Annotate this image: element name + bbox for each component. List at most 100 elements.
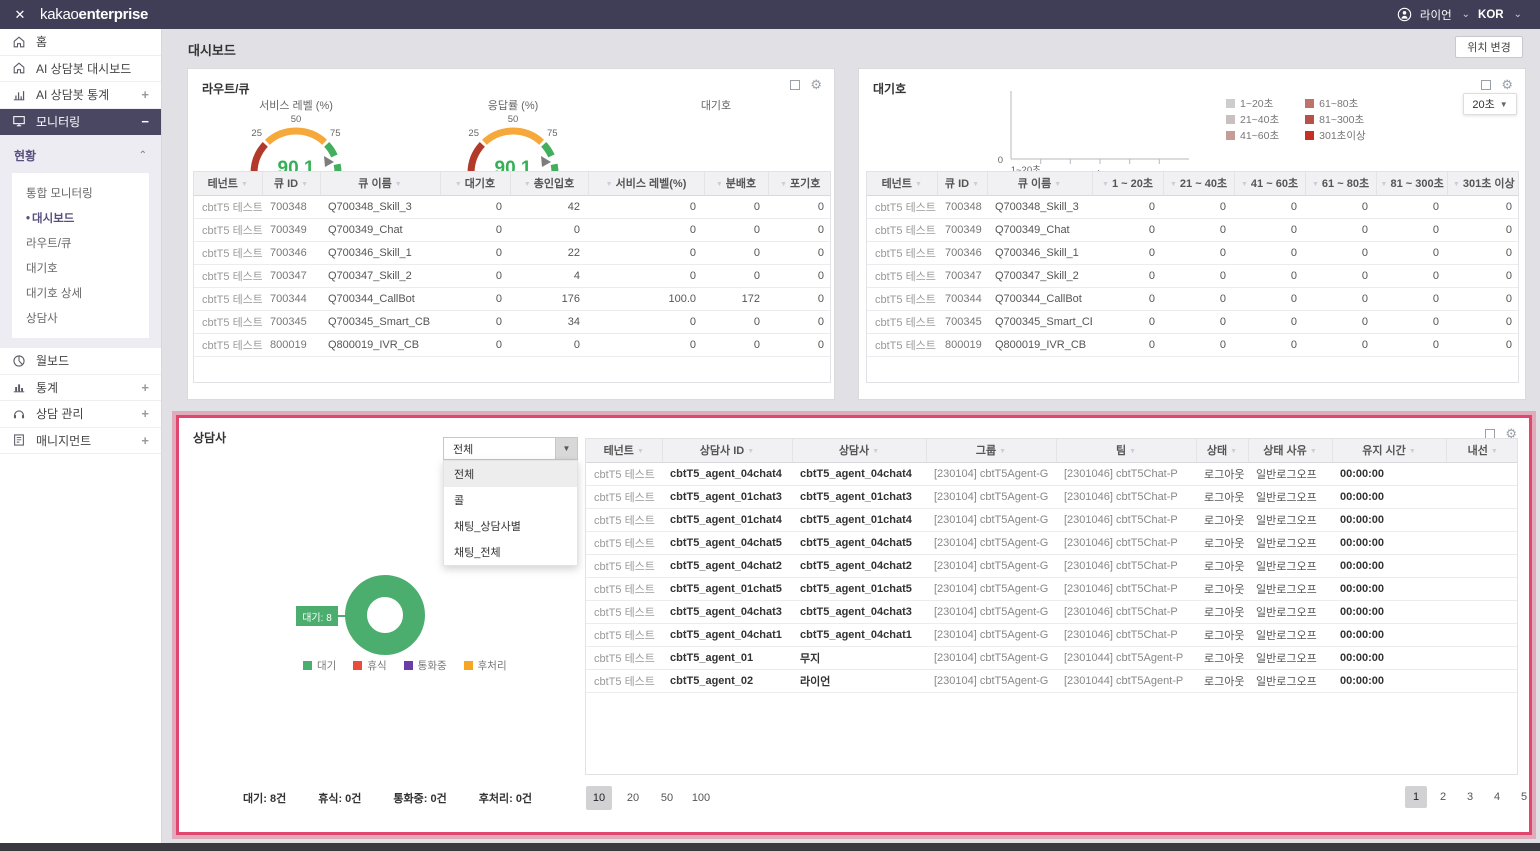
column-header[interactable]: 상태 ▼ <box>1196 439 1249 463</box>
chevron-down-icon[interactable]: ⌄ <box>1462 9 1470 20</box>
sidebar-item[interactable]: 홈 <box>0 29 161 56</box>
table-row[interactable]: cbtT5 테스트 cbtT5_agent_04chat3 cbtT5_agent_… <box>586 600 1517 624</box>
dropdown-option[interactable]: 채팅_상담사별 <box>444 513 577 539</box>
column-header[interactable]: 큐 이름 ▼ <box>987 172 1093 196</box>
table-row[interactable]: cbtT5 테스트 700346 Q700346_Skill_1 0 0 0 0 0 0 <box>867 241 1518 265</box>
table-row[interactable]: cbtT5 테스트 cbtT5_agent_04chat2 cbtT5_agent_… <box>586 554 1517 578</box>
expand-icon[interactable]: + <box>141 87 149 102</box>
sidebar-item[interactable]: 모니터링 − <box>0 108 161 135</box>
column-header[interactable]: ▼ 총인입호 <box>510 172 589 196</box>
chevron-down-icon[interactable]: ▼ <box>555 438 577 459</box>
table-row[interactable]: cbtT5 테스트 800019 Q800019_IVR_CB 0 0 0 0 0 <box>194 333 830 357</box>
page-button[interactable]: 5 <box>1513 786 1535 808</box>
column-header[interactable]: ▼ 61 ~ 80초 <box>1305 172 1377 196</box>
column-header[interactable]: 상태 사유 ▼ <box>1248 439 1333 463</box>
sidebar-subitem[interactable]: 통합 모니터링 <box>12 180 149 205</box>
page-size-button[interactable]: 10 <box>586 786 612 810</box>
settings-icon[interactable]: ⚙ <box>810 78 822 91</box>
table-row[interactable]: cbtT5 테스트 cbtT5_agent_04chat1 cbtT5_agent_… <box>586 623 1517 647</box>
column-header[interactable]: ▼ 포기호 <box>768 172 830 196</box>
expand-icon[interactable]: + <box>141 406 149 421</box>
column-header[interactable]: 유지 시간 ▼ <box>1332 439 1447 463</box>
table-row[interactable]: cbtT5 테스트 700349 Q700349_Chat 0 0 0 0 0 0 <box>867 218 1518 242</box>
column-header[interactable]: ▼ 41 ~ 60초 <box>1234 172 1306 196</box>
page-button[interactable]: 2 <box>1432 786 1454 808</box>
table-row[interactable]: cbtT5 테스트 700345 Q700345_Smart_CB 0 34 0 0 0 <box>194 310 830 334</box>
close-icon[interactable]: ✕ <box>0 7 40 23</box>
table-row[interactable]: cbtT5 테스트 cbtT5_agent_04chat4 cbtT5_agent_… <box>586 462 1517 486</box>
sidebar-item[interactable]: AI 상담봇 대시보드 <box>0 56 161 82</box>
settings-icon[interactable]: ⚙ <box>1501 78 1513 91</box>
column-header[interactable]: ▼ 대기호 <box>440 172 511 196</box>
page-size-button[interactable]: 50 <box>654 786 680 810</box>
table-row[interactable]: cbtT5 테스트 700347 Q700347_Skill_2 0 0 0 0 0 0 <box>867 264 1518 288</box>
column-header[interactable]: 테넌트 ▼ <box>586 439 663 463</box>
column-header[interactable]: ▼ 81 ~ 300초 <box>1376 172 1448 196</box>
table-row[interactable]: cbtT5 테스트 700348 Q700348_Skill_3 0 42 0 0 0 <box>194 195 830 219</box>
interval-dropdown[interactable]: 20초 ▼ <box>1463 93 1517 115</box>
dropdown-option[interactable]: 채팅_전체 <box>444 539 577 565</box>
table-row[interactable]: cbtT5 테스트 700345 Q700345_Smart_CB 0 0 0 0 0 0 <box>867 310 1518 334</box>
column-header[interactable]: 큐 ID ▼ <box>262 172 321 196</box>
column-header[interactable]: ▼ 분배호 <box>704 172 769 196</box>
sidebar-item[interactable]: 월보드 <box>0 348 161 375</box>
user-name[interactable]: 라이언 <box>1420 7 1452 23</box>
chevron-up-icon[interactable]: ⌃ <box>139 150 147 161</box>
page-button[interactable]: 1 <box>1405 786 1427 808</box>
expand-icon[interactable]: − <box>141 114 149 129</box>
table-row[interactable]: cbtT5 테스트 cbtT5_agent_01chat5 cbtT5_agent_… <box>586 577 1517 601</box>
panel-title: 라우트/큐 <box>202 82 250 96</box>
change-location-button[interactable]: 위치 변경 <box>1455 36 1523 58</box>
column-header[interactable]: 테넌트 ▼ <box>194 172 263 196</box>
column-header[interactable]: ▼ 301초 이상 <box>1447 172 1518 196</box>
table-row[interactable]: cbtT5 테스트 700348 Q700348_Skill_3 0 0 0 0 0 0 <box>867 195 1518 219</box>
page-size-button[interactable]: 100 <box>688 786 714 810</box>
column-header[interactable]: ▼ 21 ~ 40초 <box>1163 172 1235 196</box>
column-header[interactable]: 내선 ▼ <box>1446 439 1517 463</box>
table-row[interactable]: cbtT5 테스트 cbtT5_agent_01chat4 cbtT5_agent_… <box>586 508 1517 532</box>
table-row[interactable]: cbtT5 테스트 800019 Q800019_IVR_CB 0 0 0 0 0 0 <box>867 333 1518 357</box>
expand-icon[interactable]: + <box>141 380 149 395</box>
sidebar-subitem[interactable]: 대기호 <box>12 255 149 280</box>
agent-filter-dropdown[interactable]: 전체 ▼ <box>443 437 578 460</box>
page-button[interactable]: 3 <box>1459 786 1481 808</box>
sidebar-item[interactable]: 매니지먼트 + <box>0 428 161 454</box>
dropdown-option[interactable]: 전체 <box>444 461 577 487</box>
sidebar-subitem[interactable]: 대기호 상세 <box>12 280 149 305</box>
table-row[interactable]: cbtT5 테스트 cbtT5_agent_01chat3 cbtT5_agent_… <box>586 485 1517 509</box>
expand-panel-icon[interactable] <box>790 79 801 90</box>
column-header[interactable]: 상담사 ID ▼ <box>662 439 793 463</box>
column-header[interactable]: 상담사 ▼ <box>792 439 927 463</box>
table-row[interactable]: cbtT5 테스트 700346 Q700346_Skill_1 0 22 0 0 0 <box>194 241 830 265</box>
sidebar-item[interactable]: AI 상담봇 통계 + <box>0 82 161 109</box>
sidebar-item[interactable]: 통계 + <box>0 375 161 401</box>
column-header[interactable]: ▼ 서비스 레벨(%) <box>588 172 705 196</box>
sidebar-subitem[interactable]: 라우트/큐 <box>12 230 149 255</box>
column-header[interactable]: 그룹 ▼ <box>926 439 1057 463</box>
filter-icon: ▼ <box>636 448 644 456</box>
table-row[interactable]: cbtT5 테스트 cbtT5_agent_04chat5 cbtT5_agent_… <box>586 531 1517 555</box>
locale-selector[interactable]: KOR <box>1478 9 1504 21</box>
chevron-down-icon[interactable]: ⌄ <box>1514 9 1522 20</box>
table-row[interactable]: cbtT5 테스트 700344 Q700344_CallBot 0 176 100.0 1… <box>194 287 830 311</box>
dropdown-option[interactable]: 콜 <box>444 487 577 513</box>
sidebar-subitem[interactable]: 상담사 <box>12 305 149 330</box>
page-button[interactable]: 4 <box>1486 786 1508 808</box>
column-header[interactable]: ▼ 1 ~ 20초 <box>1092 172 1164 196</box>
expand-panel-icon[interactable] <box>1485 428 1496 439</box>
table-row[interactable]: cbtT5 테스트 700349 Q700349_Chat 0 0 0 0 0 <box>194 218 830 242</box>
table-row[interactable]: cbtT5 테스트 700344 Q700344_CallBot 0 0 0 0 0 0 <box>867 287 1518 311</box>
expand-panel-icon[interactable] <box>1481 79 1492 90</box>
sidebar-subitem[interactable]: • 대시보드 <box>12 205 149 230</box>
page-size-button[interactable]: 20 <box>620 786 646 810</box>
column-header[interactable]: 팀 ▼ <box>1056 439 1197 463</box>
table-row[interactable]: cbtT5 테스트 cbtT5_agent_01 무지 [230104] cbtT5A… <box>586 646 1517 670</box>
column-header[interactable]: 큐 이름 ▼ <box>320 172 441 196</box>
sidebar-item[interactable]: 상담 관리 + <box>0 401 161 428</box>
table-row[interactable]: cbtT5 테스트 cbtT5_agent_02 라이언 [230104] cbtT5… <box>586 669 1517 693</box>
column-header[interactable]: 큐 ID ▼ <box>937 172 988 196</box>
column-header[interactable]: 테넌트 ▼ <box>867 172 938 196</box>
submenu-group[interactable]: 현황 ⌃ <box>0 140 161 169</box>
table-row[interactable]: cbtT5 테스트 700347 Q700347_Skill_2 0 4 0 0 0 <box>194 264 830 288</box>
expand-icon[interactable]: + <box>141 433 149 448</box>
